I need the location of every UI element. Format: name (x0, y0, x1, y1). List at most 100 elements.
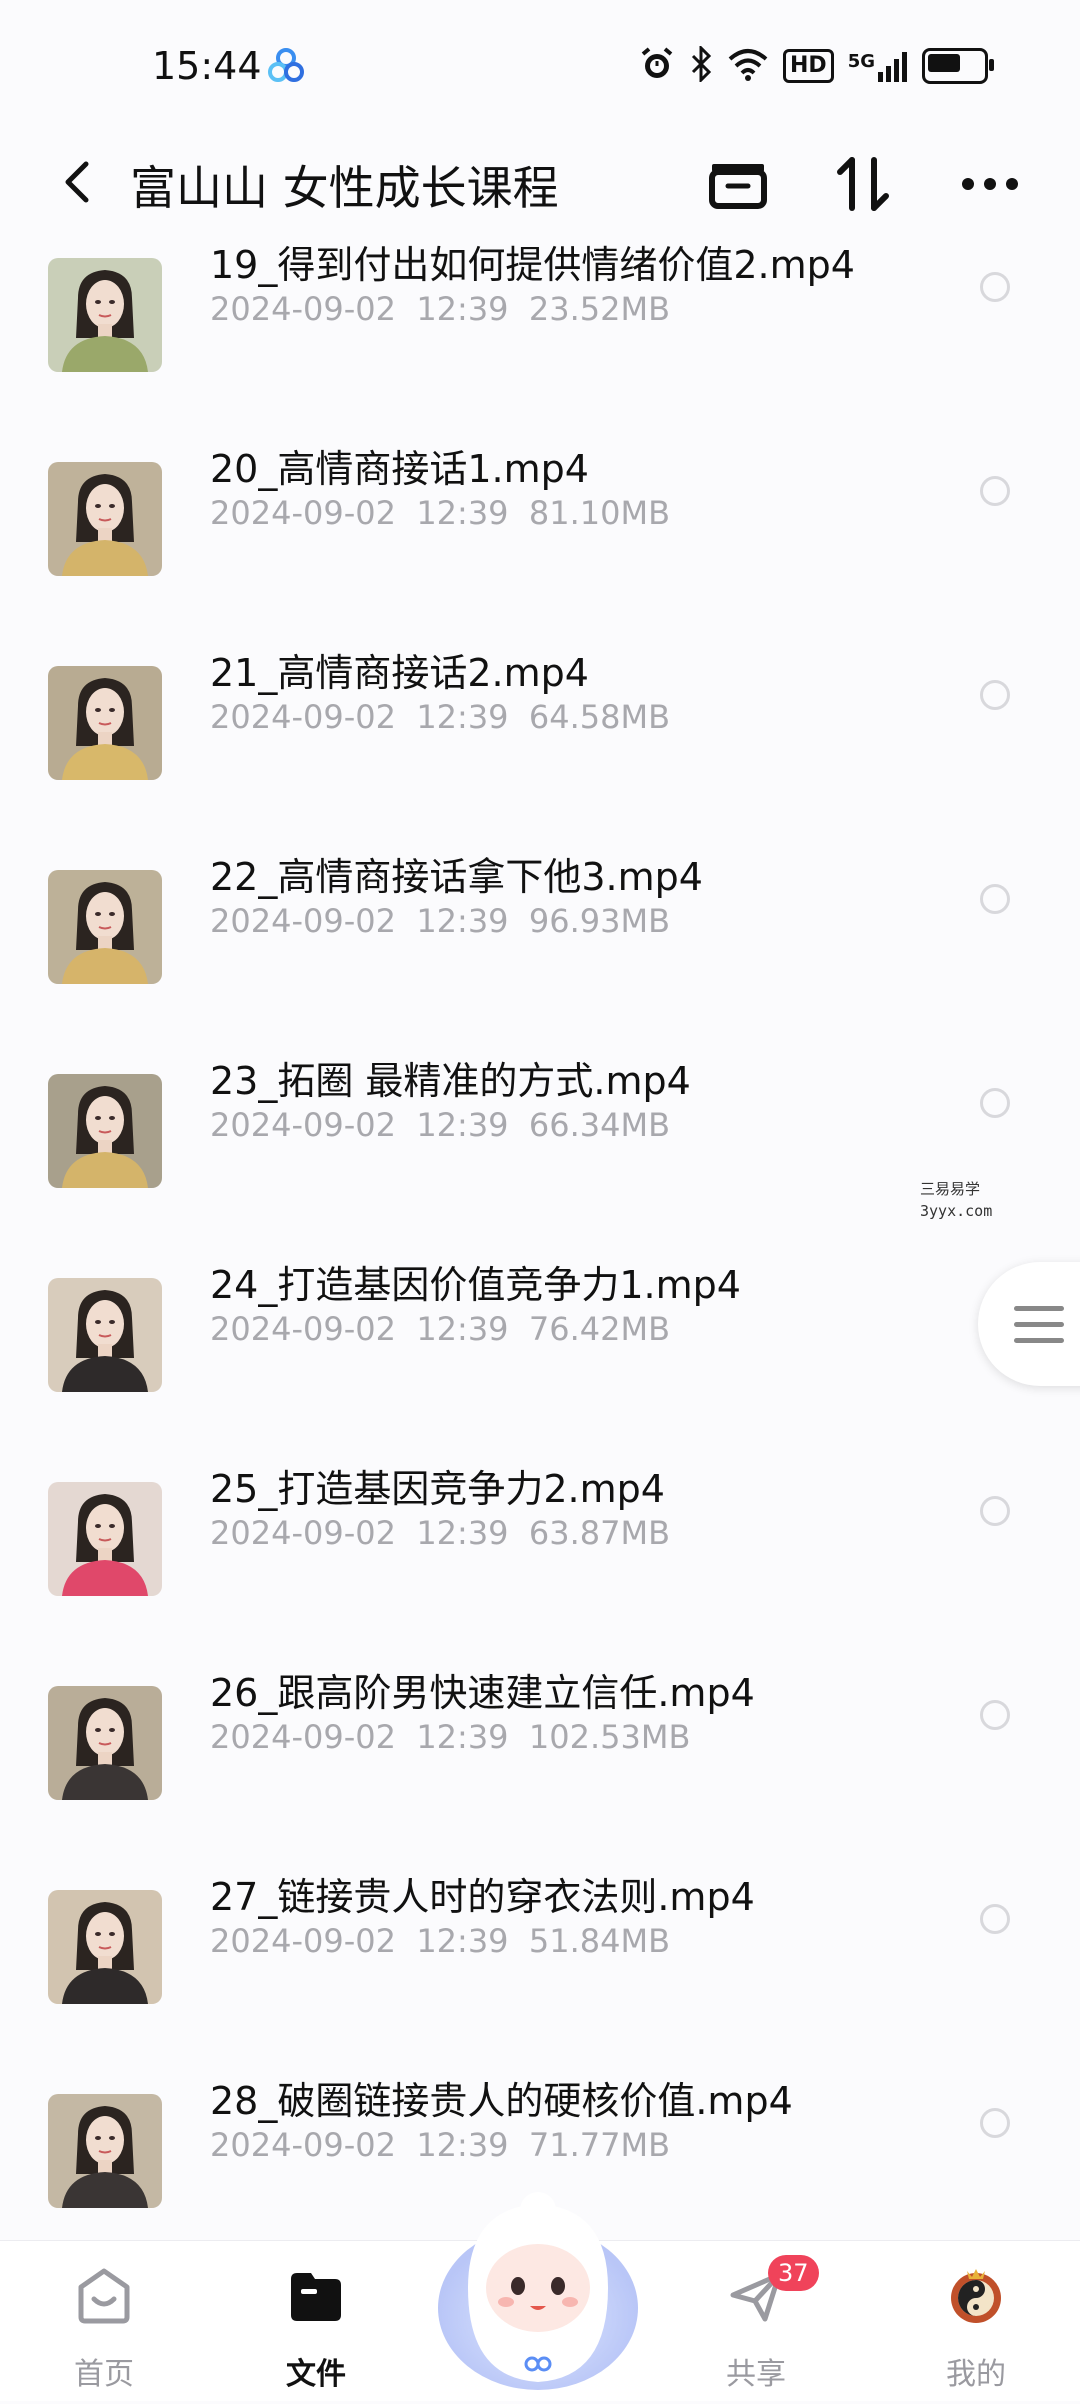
more-icon (962, 178, 1018, 190)
chevron-left-icon (65, 161, 89, 203)
header: 富山山 女性成长课程 (0, 130, 1080, 230)
file-time: 12:39 (416, 1718, 509, 1756)
back-button[interactable] (48, 152, 108, 212)
file-row[interactable]: 24_打造基因价值竞争力1.mp4 2024-09-02 12:39 76.42M… (0, 1248, 1080, 1452)
nav-item-share[interactable]: 37 共享 (676, 2241, 836, 2401)
file-meta: 2024-09-02 12:39 96.93MB (210, 902, 670, 940)
file-row[interactable]: 26_跟高阶男快速建立信任.mp4 2024-09-02 12:39 102.53… (0, 1656, 1080, 1860)
file-meta: 2024-09-02 12:39 64.58MB (210, 698, 670, 736)
nav-item-home[interactable]: 首页 (24, 2241, 184, 2401)
watermark-line1: 三易易学 (920, 1180, 981, 1198)
share-badge: 37 (768, 2255, 819, 2291)
select-radio[interactable] (980, 680, 1010, 710)
file-date: 2024-09-02 (210, 1514, 396, 1552)
file-time: 12:39 (416, 902, 509, 940)
file-meta: 2024-09-02 12:39 66.34MB (210, 1106, 670, 1144)
menu-icon (1014, 1306, 1064, 1311)
file-row[interactable]: 20_高情商接话1.mp4 2024-09-02 12:39 81.10MB (0, 432, 1080, 636)
file-time: 12:39 (416, 1106, 509, 1144)
cloud-app-icon (266, 46, 306, 86)
file-name: 23_拓圈 最精准的方式.mp4 (210, 1059, 691, 1103)
status-time: 15:44 (152, 44, 262, 88)
file-size: 66.34MB (528, 1106, 671, 1144)
select-radio[interactable] (980, 1496, 1010, 1526)
file-size: 102.53MB (528, 1718, 691, 1756)
file-size: 81.10MB (528, 494, 671, 532)
file-time: 12:39 (416, 290, 509, 328)
file-name: 19_得到付出如何提供情绪价值2.mp4 (210, 243, 855, 287)
select-radio[interactable] (980, 884, 1010, 914)
file-name: 21_高情商接话2.mp4 (210, 651, 589, 695)
archive-button[interactable] (698, 144, 778, 224)
alarm-icon (639, 46, 675, 86)
file-name: 26_跟高阶男快速建立信任.mp4 (210, 1671, 755, 1715)
file-size: 76.42MB (528, 1310, 671, 1348)
file-time: 12:39 (416, 494, 509, 532)
page-title: 富山山 女性成长课程 (130, 161, 559, 215)
file-size: 51.84MB (528, 1922, 671, 1960)
file-size: 64.58MB (528, 698, 671, 736)
video-thumbnail (48, 870, 162, 984)
watermark-line2: 3yyx.com (920, 1202, 993, 1220)
nav-item-files[interactable]: 文件 (236, 2241, 396, 2401)
file-date: 2024-09-02 (210, 1718, 396, 1756)
select-radio[interactable] (980, 1700, 1010, 1730)
file-meta: 2024-09-02 12:39 102.53MB (210, 1718, 690, 1756)
more-button[interactable] (950, 144, 1030, 224)
menu-icon-bar (1014, 1322, 1064, 1327)
select-radio[interactable] (980, 1088, 1010, 1118)
battery-icon (922, 48, 994, 84)
watermark: 三易易学 3yyx.com (920, 1178, 992, 1222)
video-thumbnail (48, 1890, 162, 2004)
network-label: 5G (847, 51, 875, 72)
file-meta: 2024-09-02 12:39 71.77MB (210, 2126, 670, 2164)
sort-icon (837, 157, 889, 211)
file-date: 2024-09-02 (210, 1106, 396, 1144)
video-thumbnail (48, 2094, 162, 2208)
bluetooth-icon (689, 44, 713, 86)
signal-icon: 5G (848, 50, 908, 82)
file-date: 2024-09-02 (210, 902, 396, 940)
nav-label-home: 首页 (74, 2357, 134, 2392)
file-date: 2024-09-02 (210, 2126, 396, 2164)
mascot-icon (438, 2192, 638, 2390)
file-name: 28_破圈链接贵人的硬核价值.mp4 (210, 2079, 793, 2123)
file-date: 2024-09-02 (210, 290, 396, 328)
file-row[interactable]: 27_链接贵人时的穿衣法则.mp4 2024-09-02 12:39 51.84M… (0, 1860, 1080, 2064)
select-radio[interactable] (980, 272, 1010, 302)
file-size: 96.93MB (528, 902, 671, 940)
status-bar: 15:44 HD 5G (0, 0, 1080, 130)
file-name: 25_打造基因竞争力2.mp4 (210, 1467, 665, 1511)
assistant-mascot-button[interactable] (428, 2168, 648, 2400)
file-row[interactable]: 23_拓圈 最精准的方式.mp4 2024-09-02 12:39 66.34MB (0, 1044, 1080, 1248)
select-radio[interactable] (980, 476, 1010, 506)
archive-icon (709, 164, 767, 209)
file-row[interactable]: 21_高情商接话2.mp4 2024-09-02 12:39 64.58MB (0, 636, 1080, 840)
file-size: 23.52MB (528, 290, 671, 328)
file-time: 12:39 (416, 1310, 509, 1348)
nav-item-me[interactable]: 我的 (896, 2241, 1056, 2401)
file-meta: 2024-09-02 12:39 81.10MB (210, 494, 670, 532)
menu-icon-bar (1014, 1338, 1064, 1343)
sort-button[interactable] (824, 144, 904, 224)
file-meta: 2024-09-02 12:39 76.42MB (210, 1310, 670, 1348)
home-icon (78, 2268, 130, 2324)
select-radio[interactable] (980, 2108, 1010, 2138)
select-radio[interactable] (980, 1904, 1010, 1934)
file-row[interactable]: 25_打造基因竞争力2.mp4 2024-09-02 12:39 63.87MB (0, 1452, 1080, 1656)
file-size: 71.77MB (528, 2126, 671, 2164)
file-meta: 2024-09-02 12:39 63.87MB (210, 1514, 670, 1552)
video-thumbnail (48, 1482, 162, 1596)
file-time: 12:39 (416, 1922, 509, 1960)
file-size: 63.87MB (528, 1514, 671, 1552)
avatar-icon (951, 2269, 1001, 2323)
wifi-icon (727, 47, 769, 85)
file-time: 12:39 (416, 1514, 509, 1552)
file-name: 20_高情商接话1.mp4 (210, 447, 589, 491)
file-meta: 2024-09-02 12:39 51.84MB (210, 1922, 670, 1960)
file-list: 19_得到付出如何提供情绪价值2.mp4 2024-09-02 12:39 23.… (0, 228, 1080, 2268)
file-row[interactable]: 22_高情商接话拿下他3.mp4 2024-09-02 12:39 96.93MB (0, 840, 1080, 1044)
video-thumbnail (48, 462, 162, 576)
file-row[interactable]: 19_得到付出如何提供情绪价值2.mp4 2024-09-02 12:39 23.… (0, 228, 1080, 432)
file-name: 22_高情商接话拿下他3.mp4 (210, 855, 703, 899)
